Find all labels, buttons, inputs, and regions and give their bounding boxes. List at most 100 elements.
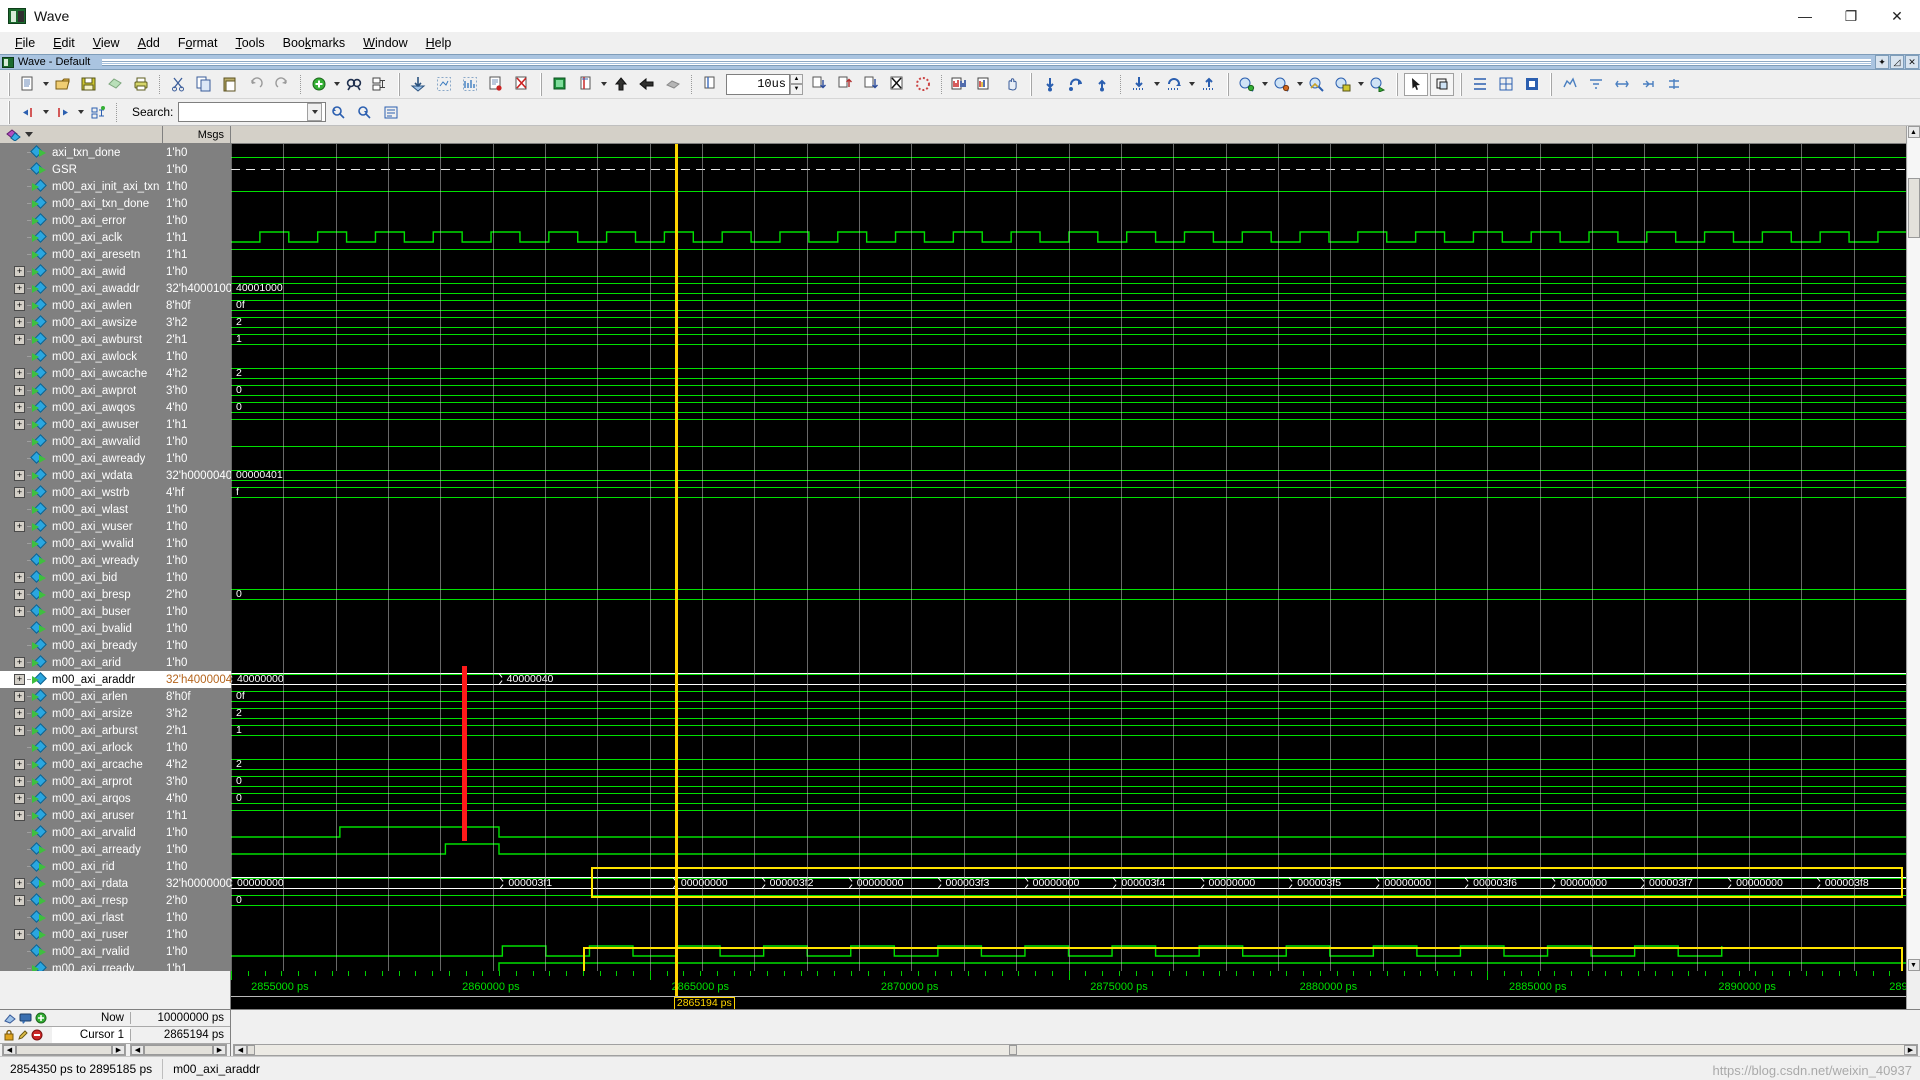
waveform-m00_axi_buser[interactable] [231,603,1906,620]
zoom-in-icon[interactable] [1235,73,1259,96]
wave-shrink-icon[interactable] [1636,73,1660,96]
signal-row-m00_axi_wuser[interactable]: + m00_axi_wuser [0,518,163,535]
waveform-m00_axi_rvalid[interactable] [231,943,1906,960]
signal-row-m00_axi_ruser[interactable]: + m00_axi_ruser [0,926,163,943]
zoom-in-dropdown-icon[interactable] [1260,73,1269,96]
find-icon[interactable] [342,73,366,96]
scroll-track-top[interactable] [1907,138,1920,178]
wave-reset-icon[interactable] [1662,73,1686,96]
signal-row-m00_axi_wstrb[interactable]: + m00_axi_wstrb [0,484,163,501]
signal-row-m00_axi_rdata[interactable]: + m00_axi_rdata [0,875,163,892]
dataflow-icon[interactable] [406,73,430,96]
cut-icon[interactable] [166,73,190,96]
scroll-thumb[interactable] [1907,178,1920,238]
signal-row-m00_axi_aresetn[interactable]: +m00_axi_aresetn [0,246,163,263]
waveform-m00_axi_wready[interactable] [231,552,1906,569]
minimize-button[interactable]: — [1782,0,1828,32]
schematic-icon[interactable] [432,73,456,96]
wave-compare-icon[interactable] [948,73,972,96]
time-ruler[interactable]: 2865194 ps 2855000 ps 2860000 ps 2865000 p… [0,971,1920,1009]
expand-toggle-icon[interactable]: + [14,283,25,294]
break-icon[interactable] [859,73,883,96]
expand-toggle-icon[interactable]: + [14,521,25,532]
cursor-next-icon[interactable] [1090,73,1114,96]
signal-row-m00_axi_arlock[interactable]: +m00_axi_arlock [0,739,163,756]
signal-row-m00_axi_arvalid[interactable]: +m00_axi_arvalid [0,824,163,841]
prev-transition-dropdown-icon[interactable] [41,101,50,124]
simulate-icon[interactable] [574,73,598,96]
zoom-save-icon[interactable] [1331,73,1355,96]
values-scroll-left-icon[interactable]: ◀ [131,1045,144,1055]
waveform-m00_axi_awid[interactable] [231,263,1906,280]
new-file-dropdown-icon[interactable] [41,73,50,96]
run-all-icon[interactable] [807,73,831,96]
scroll-up-icon[interactable]: ▲ [1907,126,1920,138]
search-options-icon[interactable] [379,101,403,124]
waveform-m00_axi_awsize[interactable]: 2 [231,314,1906,331]
waveform-m00_axi_arlock[interactable] [231,739,1906,756]
coverage-icon[interactable] [458,73,482,96]
signal-row-m00_axi_aclk[interactable]: +m00_axi_aclk [0,229,163,246]
search-next-icon[interactable] [353,101,377,124]
waveform-m00_axi_bid[interactable] [231,569,1906,586]
waveform-m00_axi_error[interactable] [231,212,1906,229]
signal-row-m00_axi_rresp[interactable]: + m00_axi_rresp [0,892,163,909]
names-hscrollbar[interactable]: ◀ ▶ [2,1044,126,1056]
paste-icon[interactable] [218,73,242,96]
expand-toggle-icon[interactable]: + [14,589,25,600]
new-file-icon[interactable] [16,73,40,96]
undo-icon[interactable] [244,73,268,96]
signal-row-m00_axi_error[interactable]: +m00_axi_error [0,212,163,229]
cursor-add-icon[interactable] [1038,73,1062,96]
expand-toggle-icon[interactable]: + [14,266,25,277]
simulate-dropdown-icon[interactable] [599,73,608,96]
wave-scroll-left-icon[interactable]: ◀ [234,1045,247,1055]
expand-toggle-icon[interactable]: + [14,368,25,379]
step-up-icon[interactable] [609,73,633,96]
signal-name-rows[interactable]: +axi_txn_done+GSR+m00_axi_init_axi_txn+m… [0,144,163,971]
waveform-m00_axi_arprot[interactable]: 0 [231,773,1906,790]
menu-format[interactable]: Format [169,34,227,52]
run-icon[interactable] [661,73,685,96]
expand-toggle-icon[interactable]: + [14,691,25,702]
waveform-m00_axi_arready[interactable] [231,841,1906,858]
menu-window[interactable]: Window [354,34,416,52]
signal-row-m00_axi_arcache[interactable]: + m00_axi_arcache [0,756,163,773]
close-icon[interactable]: ✕ [1905,55,1919,69]
expand-toggle-icon[interactable]: + [14,487,25,498]
signal-row-m00_axi_araddr[interactable]: + m00_axi_araddr [0,671,163,688]
restart-icon[interactable] [698,73,722,96]
wave-vertical-scrollbar[interactable]: ▲ ▼ [1906,126,1920,971]
save-icon[interactable] [77,73,101,96]
expand-toggle-icon[interactable]: + [14,606,25,617]
wave-dock-tab[interactable]: Wave - Default ✦ ◿ ✕ [0,54,1920,70]
signal-row-m00_axi_awvalid[interactable]: +m00_axi_awvalid [0,433,163,450]
red-marker[interactable] [462,666,468,841]
waveform-m00_axi_awlen[interactable]: 0f [231,297,1906,314]
expand-toggle-icon[interactable]: + [14,929,25,940]
cursor-1-value[interactable]: 2865194 ps [130,1029,230,1041]
waveform-m00_axi_bresp[interactable]: 0 [231,586,1906,603]
waveform-m00_axi_aclk[interactable] [231,229,1906,246]
zoom-full-icon[interactable] [1305,73,1329,96]
signal-value-rows[interactable]: 1'h0 1'h0 1'h0 1'h0 1'h0 1'h1 1'h1 1'h0 32'h4000… [163,144,231,971]
zoom-range-icon[interactable] [1366,73,1390,96]
waveform-m00_axi_ruser[interactable] [231,926,1906,943]
expand-toggle-icon[interactable]: + [14,674,25,685]
select-mode-icon[interactable] [1404,72,1428,96]
undock-icon[interactable]: ✦ [1875,55,1889,69]
waveform-m00_axi_awready[interactable] [231,450,1906,467]
signal-row-m00_axi_bvalid[interactable]: +m00_axi_bvalid [0,620,163,637]
cursor-1-line[interactable] [674,144,678,971]
open-folder-icon[interactable] [51,73,75,96]
menu-edit[interactable]: Edit [44,34,84,52]
grid-align-icon[interactable] [1468,73,1492,96]
run-length-spinner[interactable]: ▲ ▼ [790,73,803,95]
redo-icon[interactable] [270,73,294,96]
signal-row-m00_axi_awcache[interactable]: + m00_axi_awcache [0,365,163,382]
find-signal-icon[interactable] [86,101,110,124]
signal-row-m00_axi_arready[interactable]: +m00_axi_arready [0,841,163,858]
signal-row-m00_axi_awlock[interactable]: +m00_axi_awlock [0,348,163,365]
signal-row-m00_axi_rready[interactable]: +m00_axi_rready [0,960,163,971]
signal-row-m00_axi_awqos[interactable]: + m00_axi_awqos [0,399,163,416]
